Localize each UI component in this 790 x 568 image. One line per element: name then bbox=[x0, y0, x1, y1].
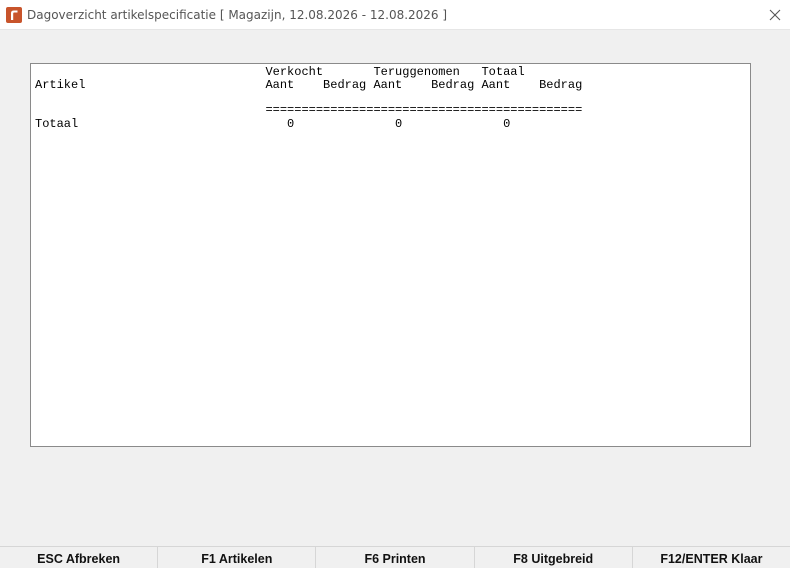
f6-print-button[interactable]: F6 Printen bbox=[316, 546, 475, 568]
report-header-columns: Artikel Aant Bedrag Aant Bedrag Aant Bed… bbox=[35, 78, 583, 92]
f1-articles-button[interactable]: F1 Artikelen bbox=[158, 546, 317, 568]
report-total-row: Totaal 0 0 0 bbox=[35, 117, 511, 131]
report-view[interactable]: Verkocht Teruggenomen Totaal Artikel Aan… bbox=[30, 63, 751, 447]
title-bar[interactable]: Dagoverzicht artikelspecificatie [ Magaz… bbox=[0, 0, 790, 30]
f8-extended-button[interactable]: F8 Uitgebreid bbox=[474, 546, 633, 568]
close-icon bbox=[769, 9, 781, 21]
f12-done-button[interactable]: F12/ENTER Klaar bbox=[632, 546, 790, 568]
report-window: Dagoverzicht artikelspecificatie [ Magaz… bbox=[0, 0, 790, 568]
esc-cancel-button[interactable]: ESC Afbreken bbox=[0, 546, 159, 568]
app-logo-icon bbox=[6, 7, 22, 23]
window-title: Dagoverzicht artikelspecificatie [ Magaz… bbox=[27, 8, 448, 22]
function-key-bar: ESC Afbreken F1 Artikelen F6 Printen F8 … bbox=[0, 546, 790, 568]
report-separator: ========================================… bbox=[35, 103, 583, 117]
close-button[interactable] bbox=[760, 0, 790, 30]
